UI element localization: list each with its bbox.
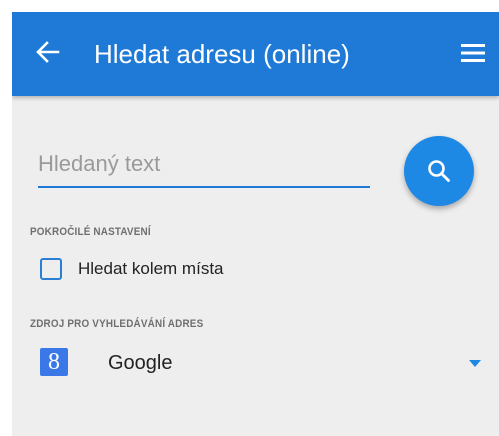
search-button[interactable]	[404, 136, 474, 206]
page-title: Hledat adresu (online)	[94, 39, 350, 69]
checkbox-box[interactable]	[40, 258, 62, 280]
app-screen: Hledat adresu (online) POKROČILÉ NASTAVE…	[12, 12, 499, 436]
search-icon	[428, 160, 450, 182]
arrow-left-icon	[36, 41, 60, 63]
address-source-select[interactable]: 8 Google	[12, 338, 499, 390]
menu-button[interactable]	[459, 41, 487, 65]
dropdown-arrow-icon	[469, 360, 481, 367]
selected-source: Google	[108, 352, 173, 374]
app-bar: Hledat adresu (online)	[12, 12, 499, 96]
search-field	[38, 142, 370, 188]
search-around-place-checkbox[interactable]: Hledat kolem místa	[40, 256, 300, 284]
search-input[interactable]	[38, 142, 370, 186]
google-logo-icon: 8	[40, 348, 68, 376]
checkbox-label: Hledat kolem místa	[78, 259, 224, 278]
back-button[interactable]	[34, 38, 62, 66]
address-source-label: ZDROJ PRO VYHLEDÁVÁNÍ ADRES	[30, 318, 204, 330]
advanced-settings-label: POKROČILÉ NASTAVENÍ	[30, 226, 151, 238]
hamburger-menu-icon	[461, 44, 485, 62]
